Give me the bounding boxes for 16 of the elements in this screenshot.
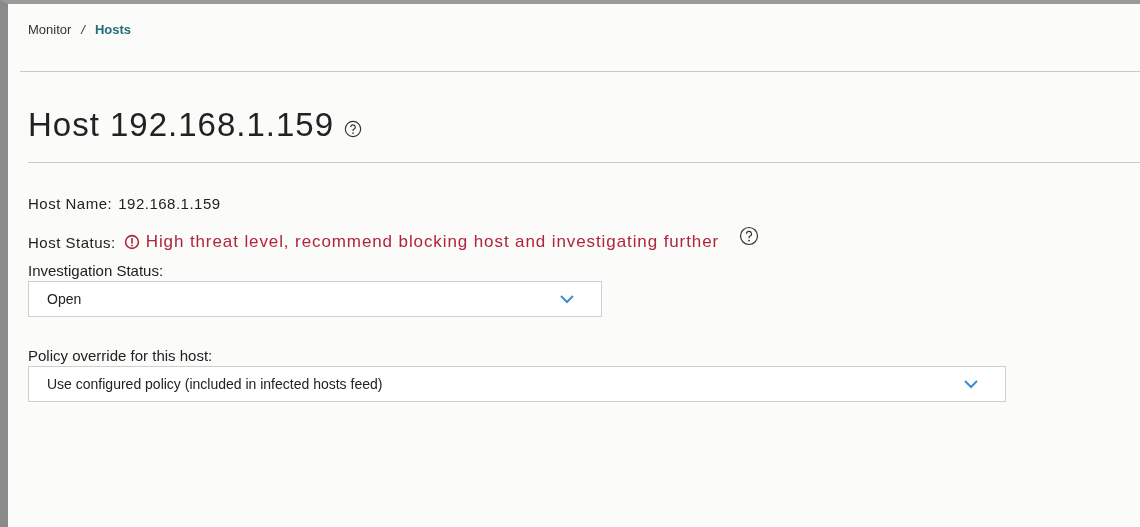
host-status-label: Host Status: — [28, 233, 116, 251]
field-label: Investigation Status: — [27, 262, 165, 279]
breadcrumb-link[interactable]: Monitor — [28, 21, 72, 37]
help-icon[interactable] — [739, 226, 760, 246]
host-name-label: Host Name: — [28, 195, 113, 212]
help-icon[interactable] — [344, 120, 363, 138]
policy-override-dropdown[interactable]: Use configured policy (included in infected hosts feed) — [28, 366, 1006, 402]
host-status-message: High threat level, recommend blocking host and investigating further — [145, 232, 720, 252]
chevron-down-icon — [963, 379, 979, 389]
breadcrumb-link[interactable]: Hosts — [95, 21, 132, 37]
investigation-status-dropdown[interactable]: Open — [28, 281, 602, 317]
field-label: Policy override for this host: — [27, 347, 214, 364]
page-title: Host 192.168.1.159 — [28, 106, 335, 144]
host-name-value: 192.168.1.159 — [118, 195, 221, 212]
chevron-down-icon — [559, 294, 575, 304]
breadcrumb-separator: / — [81, 21, 85, 37]
